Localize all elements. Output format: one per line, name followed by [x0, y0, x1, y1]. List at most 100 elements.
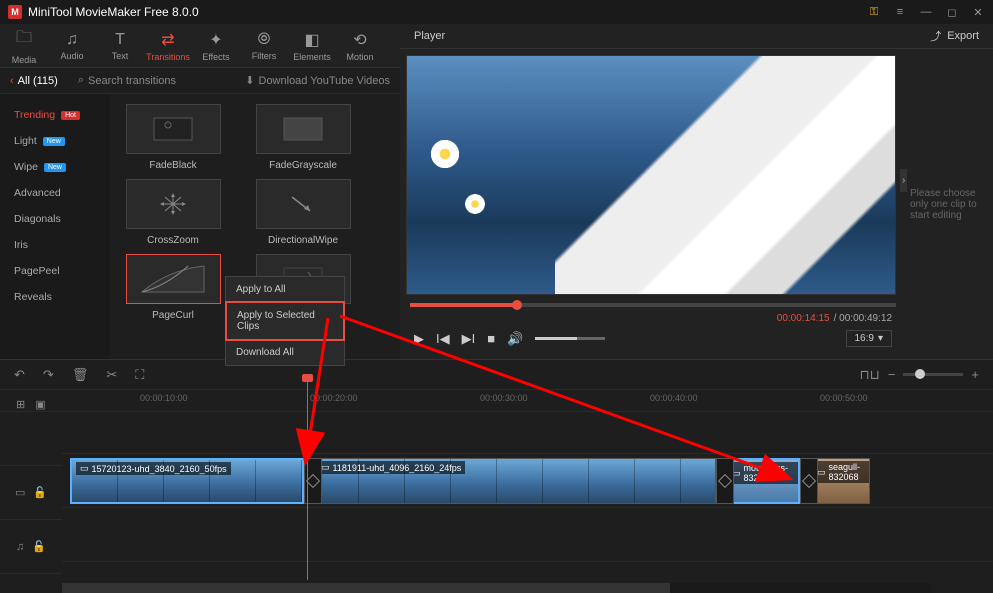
sidebar-item-light[interactable]: LightNew: [0, 128, 110, 154]
key-icon[interactable]: ⚿: [867, 5, 881, 19]
transition-directionalwipe[interactable]: DirectionalWipe: [248, 179, 358, 246]
transition-marker[interactable]: [800, 458, 818, 504]
transition-fadegrayscale[interactable]: FadeGrayscale: [248, 104, 358, 171]
undo-button[interactable]: ↶: [14, 367, 25, 383]
badge: New: [43, 137, 65, 146]
preview-content: [462, 191, 487, 216]
transition-marker[interactable]: [716, 458, 734, 504]
ruler-mark: 00:00:20:00: [310, 393, 358, 403]
context-menu: Apply to AllApply to Selected ClipsDownl…: [225, 276, 345, 366]
zoom-slider[interactable]: [903, 373, 963, 376]
clip[interactable]: ▭15720123-uhd_3840_2160_50fps: [70, 458, 304, 504]
media-icon: 🗀: [16, 26, 32, 53]
zoom-out-button[interactable]: −: [888, 367, 896, 382]
maximize-icon[interactable]: ◻: [945, 5, 959, 19]
tab-media[interactable]: 🗀Media: [0, 24, 48, 67]
lock-icon[interactable]: 🔓: [33, 486, 47, 499]
time-total: / 00:00:49:12: [834, 313, 892, 324]
sidebar-item-reveals[interactable]: Reveals: [0, 284, 110, 310]
timeline-ruler[interactable]: 00:00:10:00 00:00:20:00 00:00:30:00 00:00:4…: [0, 390, 993, 412]
audio-track-header: ♫ 🔓: [0, 520, 62, 574]
transition-label: DirectionalWipe: [248, 235, 358, 246]
clip-label: ▭mountains-8326: [728, 462, 798, 484]
all-count[interactable]: All (115): [18, 75, 58, 87]
tab-filters[interactable]: ⦾Filters: [240, 24, 288, 67]
search-input[interactable]: Search transitions: [88, 75, 176, 87]
category-sidebar: TrendingHotLightNewWipeNewAdvancedDiagon…: [0, 94, 110, 359]
download-youtube-link[interactable]: ⬇ Download YouTube Videos: [245, 74, 390, 87]
layer-stack-icon[interactable]: ▣: [35, 398, 45, 411]
volume-slider[interactable]: [535, 337, 605, 340]
text-icon: T: [115, 31, 125, 49]
timeline-scrollbar[interactable]: [62, 583, 931, 593]
transition-label: FadeGrayscale: [248, 160, 358, 171]
export-button[interactable]: ⤴ Export: [930, 28, 979, 44]
titlebar: M MiniTool MovieMaker Free 8.0.0 ⚿ ≡ — ◻…: [0, 0, 993, 24]
tab-motion[interactable]: ⟲Motion: [336, 24, 384, 67]
tab-elements[interactable]: ◧Elements: [288, 24, 336, 67]
sidebar-item-pagepeel[interactable]: PagePeel: [0, 258, 110, 284]
minimize-icon[interactable]: —: [919, 5, 933, 19]
context-apply-to-selected-clips[interactable]: Apply to Selected Clips: [225, 301, 345, 341]
page-curl-effect: [555, 56, 895, 295]
video-track[interactable]: ▭15720123-uhd_3840_2160_50fps ▭1181911-uh…: [62, 454, 993, 508]
next-frame-button[interactable]: ▶I: [462, 331, 476, 347]
video-preview[interactable]: [406, 55, 896, 295]
transition-label: PageCurl: [118, 310, 228, 321]
sidebar-item-advanced[interactable]: Advanced: [0, 180, 110, 206]
transition-thumb: [256, 179, 351, 229]
audio-track[interactable]: [62, 508, 993, 562]
crop-button[interactable]: ⛶: [135, 367, 144, 383]
sidebar-item-wipe[interactable]: WipeNew: [0, 154, 110, 180]
clip-icon: ▭: [321, 462, 330, 473]
transitions-icon: ⇄: [161, 30, 174, 50]
clip-label: ▭1181911-uhd_4096_2160_24fps: [317, 461, 465, 474]
tab-text[interactable]: TText: [96, 24, 144, 67]
clip-icon: ▭: [817, 467, 826, 478]
redo-button[interactable]: ↷: [43, 367, 54, 383]
aspect-select[interactable]: 16:9▾: [846, 330, 893, 347]
play-button[interactable]: ▶: [414, 331, 424, 347]
progress-bar[interactable]: [410, 303, 896, 307]
delete-button[interactable]: 🗑: [72, 367, 89, 383]
lock-icon[interactable]: 🔓: [32, 540, 46, 553]
app-title: MiniTool MovieMaker Free 8.0.0: [28, 5, 199, 19]
clip[interactable]: ▭1181911-uhd_4096_2160_24fps: [312, 458, 716, 504]
ruler-mark: 00:00:30:00: [480, 393, 528, 403]
editor-hint-text: Please choose only one clip to start edi…: [910, 188, 983, 221]
badge: New: [44, 163, 66, 172]
zoom-in-button[interactable]: +: [971, 367, 979, 382]
audio-icon: ♫: [66, 31, 78, 49]
chevron-left-icon[interactable]: ‹: [10, 75, 14, 87]
time-current: 00:00:14:15: [777, 313, 830, 324]
sidebar-item-iris[interactable]: Iris: [0, 232, 110, 258]
tab-audio[interactable]: ♫Audio: [48, 24, 96, 67]
effects-icon: ✦: [209, 30, 222, 50]
sidebar-item-diagonals[interactable]: Diagonals: [0, 206, 110, 232]
tab-effects[interactable]: ✦Effects: [192, 24, 240, 67]
sidebar-item-trending[interactable]: TrendingHot: [0, 102, 110, 128]
menu-icon[interactable]: ≡: [893, 5, 907, 19]
playhead[interactable]: [307, 380, 308, 580]
transition-crosszoom[interactable]: CrossZoom: [118, 179, 228, 246]
cut-button[interactable]: ✂: [106, 367, 117, 383]
add-layer-icon[interactable]: ⊞: [16, 398, 25, 411]
audio-track-icon: ♫: [16, 541, 24, 553]
transition-pagecurl[interactable]: PageCurl: [118, 254, 228, 321]
ruler-mark: 00:00:40:00: [650, 393, 698, 403]
tab-transitions[interactable]: ⇄Transitions: [144, 24, 192, 67]
context-download-all[interactable]: Download All: [226, 340, 344, 365]
fit-icon[interactable]: ⊓⊔: [860, 367, 880, 383]
transition-label: CrossZoom: [118, 235, 228, 246]
context-apply-to-all[interactable]: Apply to All: [226, 277, 344, 302]
close-icon[interactable]: ✕: [971, 5, 985, 19]
video-track-icon: ▭: [15, 486, 25, 499]
collapse-chevron-icon[interactable]: ›: [900, 169, 907, 192]
transition-fadeblack[interactable]: FadeBlack: [118, 104, 228, 171]
filters-icon: ⦾: [258, 31, 271, 49]
prev-frame-button[interactable]: I◀: [436, 331, 450, 347]
volume-icon[interactable]: 🔊: [507, 331, 523, 347]
stop-button[interactable]: ■: [487, 331, 495, 346]
video-track-header: ▭ 🔓: [0, 466, 62, 520]
ruler-mark: 00:00:10:00: [140, 393, 188, 403]
